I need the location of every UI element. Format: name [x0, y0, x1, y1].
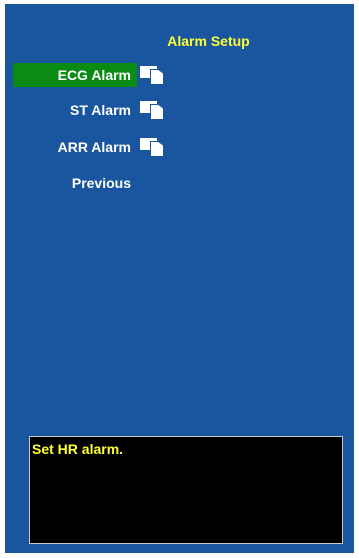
submenu-doc-icon [140, 137, 170, 157]
menu-item-ecg-alarm[interactable]: ECG Alarm [13, 63, 137, 87]
submenu-doc-icon [140, 65, 170, 85]
menu-item-previous[interactable]: Previous [13, 171, 137, 195]
menu-item-st-alarm[interactable]: ST Alarm [13, 98, 137, 122]
help-message-text: Set HR alarm. [32, 441, 124, 457]
help-message-box: Set HR alarm. [29, 436, 343, 544]
submenu-doc-icon [140, 100, 170, 120]
menu-item-arr-alarm[interactable]: ARR Alarm [13, 135, 137, 159]
menu-title: Alarm Setup [167, 33, 250, 49]
